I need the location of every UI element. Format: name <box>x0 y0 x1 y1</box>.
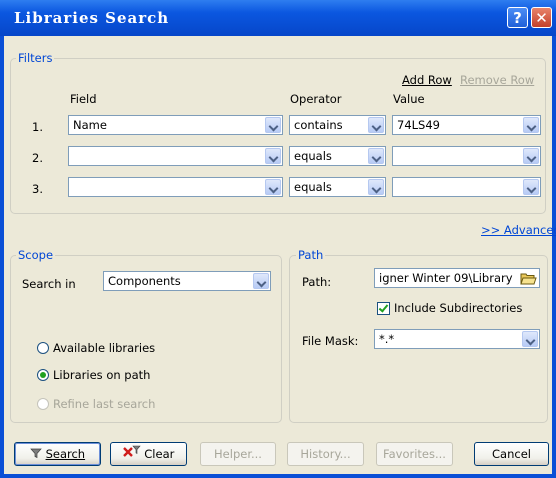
help-button[interactable]: ? <box>507 7 528 28</box>
close-button[interactable]: ✕ <box>531 7 552 28</box>
field-select-2[interactable] <box>68 146 283 166</box>
operator-select-2-value: equals <box>294 149 332 163</box>
available-libraries-radio[interactable] <box>37 342 49 354</box>
search-button[interactable]: Search <box>14 442 101 466</box>
remove-row-link[interactable]: Remove Row <box>460 73 534 87</box>
value-header: Value <box>393 92 425 106</box>
operator-select-1[interactable]: contains <box>289 115 386 135</box>
refine-last-search-radio[interactable] <box>37 398 49 410</box>
dialog-client: Filters Add Row Remove Row Field Operato… <box>4 36 556 474</box>
available-libraries-label[interactable]: Available libraries <box>53 341 155 355</box>
libraries-on-path-radio[interactable] <box>37 369 49 381</box>
path-legend: Path <box>296 248 326 262</box>
chevron-down-icon[interactable] <box>523 179 539 195</box>
clear-filter-icon <box>122 444 141 466</box>
row-number: 3. <box>32 182 43 196</box>
value-combo-2[interactable] <box>392 146 541 166</box>
folder-open-icon[interactable] <box>520 270 537 286</box>
path-field[interactable]: igner Winter 09\Library <box>374 268 540 288</box>
chevron-down-icon[interactable] <box>522 331 538 347</box>
favorites-button[interactable]: Favorites... <box>376 442 453 466</box>
value-combo-3[interactable] <box>392 177 541 197</box>
value-combo-1[interactable]: 74LS49 <box>392 115 541 135</box>
field-select-1-value: Name <box>73 118 107 132</box>
history-button[interactable]: History... <box>287 442 364 466</box>
refine-last-search-label: Refine last search <box>53 397 156 411</box>
chevron-down-icon[interactable] <box>368 117 384 133</box>
search-in-label: Search in <box>22 277 76 291</box>
chevron-down-icon[interactable] <box>368 179 384 195</box>
field-select-3[interactable] <box>68 177 283 197</box>
chevron-down-icon[interactable] <box>265 179 281 195</box>
field-select-1[interactable]: Name <box>68 115 283 135</box>
advanced-link[interactable]: >> Advanced <box>481 223 556 237</box>
operator-select-3[interactable]: equals <box>289 177 386 197</box>
path-value: igner Winter 09\Library <box>379 271 513 285</box>
search-button-label: Search <box>45 447 86 461</box>
operator-select-1-value: contains <box>294 118 343 132</box>
scope-legend: Scope <box>16 248 56 262</box>
chevron-down-icon[interactable] <box>253 273 269 289</box>
file-mask-select[interactable]: *.* <box>374 329 540 349</box>
search-in-select[interactable]: Components <box>103 271 271 291</box>
title-bar[interactable]: Libraries Search ? ✕ <box>0 0 556 36</box>
operator-select-3-value: equals <box>294 180 332 194</box>
operator-select-2[interactable]: equals <box>289 146 386 166</box>
chevron-down-icon[interactable] <box>265 148 281 164</box>
cancel-button[interactable]: Cancel <box>474 442 549 466</box>
window-title: Libraries Search <box>14 9 170 27</box>
value-combo-1-value: 74LS49 <box>397 118 440 132</box>
include-subdirectories-label[interactable]: Include Subdirectories <box>394 301 522 315</box>
dialog-window: Libraries Search ? ✕ Filters Add Row Rem… <box>0 0 556 478</box>
clear-button-label: Clear <box>144 447 175 461</box>
field-header: Field <box>70 92 97 106</box>
libraries-on-path-label[interactable]: Libraries on path <box>53 368 150 382</box>
file-mask-value: *.* <box>379 332 395 346</box>
chevron-down-icon[interactable] <box>523 117 539 133</box>
path-label: Path: <box>302 275 332 289</box>
chevron-down-icon[interactable] <box>368 148 384 164</box>
chevron-down-icon[interactable] <box>523 148 539 164</box>
chevron-down-icon[interactable] <box>265 117 281 133</box>
add-row-link[interactable]: Add Row <box>402 73 452 87</box>
clear-button[interactable]: Clear <box>110 442 187 466</box>
operator-header: Operator <box>290 92 342 106</box>
filters-legend: Filters <box>16 51 55 65</box>
filter-icon <box>30 444 42 466</box>
include-subdirectories-checkbox[interactable] <box>377 302 390 315</box>
row-number: 2. <box>32 151 43 165</box>
file-mask-label: File Mask: <box>302 334 359 348</box>
row-number: 1. <box>32 120 43 134</box>
helper-button[interactable]: Helper... <box>200 442 276 466</box>
search-in-value: Components <box>108 274 181 288</box>
